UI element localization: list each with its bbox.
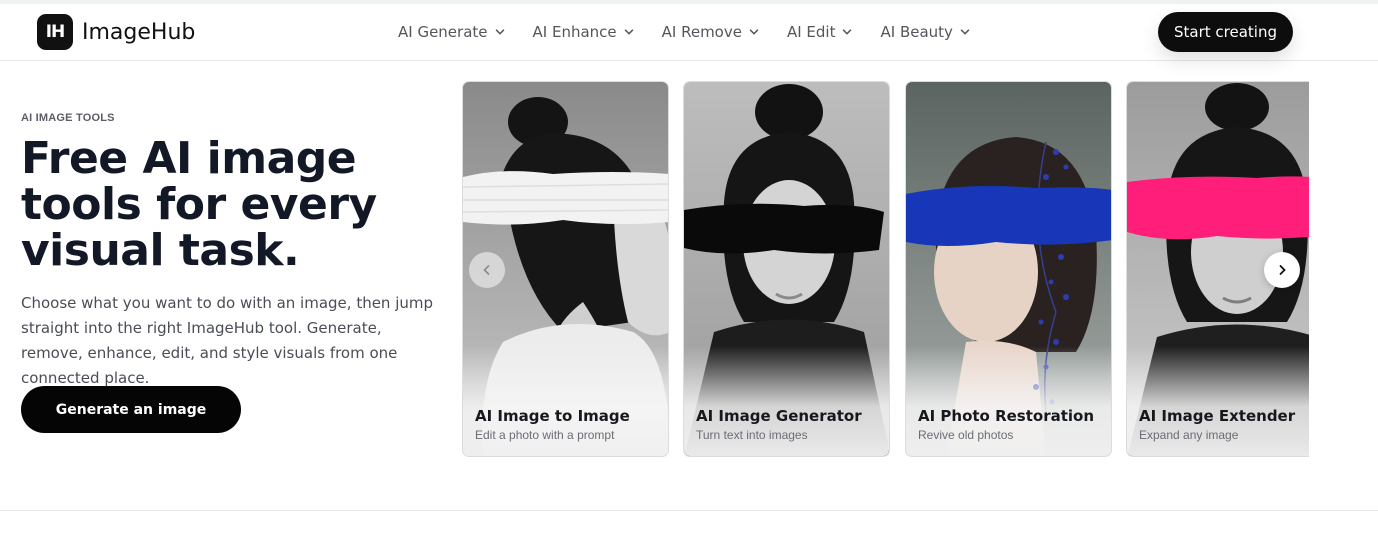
chevron-down-icon <box>960 29 970 35</box>
brand-name: ImageHub <box>82 19 196 45</box>
start-creating-button[interactable]: Start creating <box>1158 12 1293 52</box>
card-subtitle: Edit a photo with a prompt <box>475 428 615 442</box>
nav-item-ai-beauty[interactable]: AI Beauty <box>880 23 970 41</box>
nav-item-ai-edit[interactable]: AI Edit <box>787 23 853 41</box>
paint-stroke <box>463 171 668 225</box>
headline-line: visual task. <box>21 225 300 276</box>
nav-item-label: AI Edit <box>786 23 836 41</box>
tool-card-photo-restoration[interactable]: AI Photo Restoration Revive old photos <box>905 81 1112 457</box>
nav-item-label: AI Remove <box>661 23 742 41</box>
chevron-down-icon <box>749 29 759 35</box>
hero-headline: Free AI image tools for every visual tas… <box>21 136 451 274</box>
nav-item-label: AI Beauty <box>880 23 953 41</box>
hero-description: Choose what you want to do with an image… <box>21 294 434 387</box>
card-title: AI Image Extender <box>1139 407 1296 425</box>
card-title: AI Photo Restoration <box>918 407 1095 425</box>
tool-carousel: AI Image to Image Edit a photo with a pr… <box>462 81 1309 462</box>
headline-line: Free AI image <box>21 133 357 184</box>
carousel-prev-button[interactable] <box>469 252 505 288</box>
logo-mark-icon: IH <box>37 14 73 50</box>
nav-item-label: AI Enhance <box>532 23 617 41</box>
main-nav: AI Generate AI Enhance AI Remove AI Edit… <box>398 23 998 41</box>
site-header: IH ImageHub AI Generate AI Enhance AI Re… <box>0 4 1378 61</box>
chevron-right-icon <box>1279 265 1286 275</box>
carousel-next-button[interactable] <box>1264 252 1300 288</box>
paint-stroke <box>1127 176 1309 240</box>
card-title: AI Image Generator <box>696 407 862 425</box>
chevron-down-icon <box>843 29 852 35</box>
card-subtitle: Turn text into images <box>696 428 808 442</box>
card-subtitle: Expand any image <box>1139 428 1239 442</box>
card-subtitle: Revive old photos <box>918 428 1014 442</box>
card-title: AI Image to Image <box>475 407 630 425</box>
chevron-left-icon <box>483 265 490 275</box>
chevron-down-icon <box>495 29 504 35</box>
nav-item-ai-remove[interactable]: AI Remove <box>662 23 759 41</box>
brand-logo[interactable]: IH ImageHub <box>37 14 195 50</box>
generate-image-button[interactable]: Generate an image <box>21 386 241 433</box>
chevron-down-icon <box>624 29 633 35</box>
tool-card-image-generator[interactable]: AI Image Generator Turn text into images <box>683 81 890 457</box>
hero-eyebrow: AI IMAGE TOOLS <box>21 112 115 124</box>
nav-item-ai-enhance[interactable]: AI Enhance <box>533 23 634 41</box>
nav-item-ai-generate[interactable]: AI Generate <box>398 23 505 41</box>
nav-item-label: AI Generate <box>398 23 488 41</box>
paint-stroke <box>684 203 884 254</box>
paint-stroke <box>906 186 1111 246</box>
section-divider <box>0 510 1378 511</box>
headline-line: tools for every <box>21 179 377 230</box>
